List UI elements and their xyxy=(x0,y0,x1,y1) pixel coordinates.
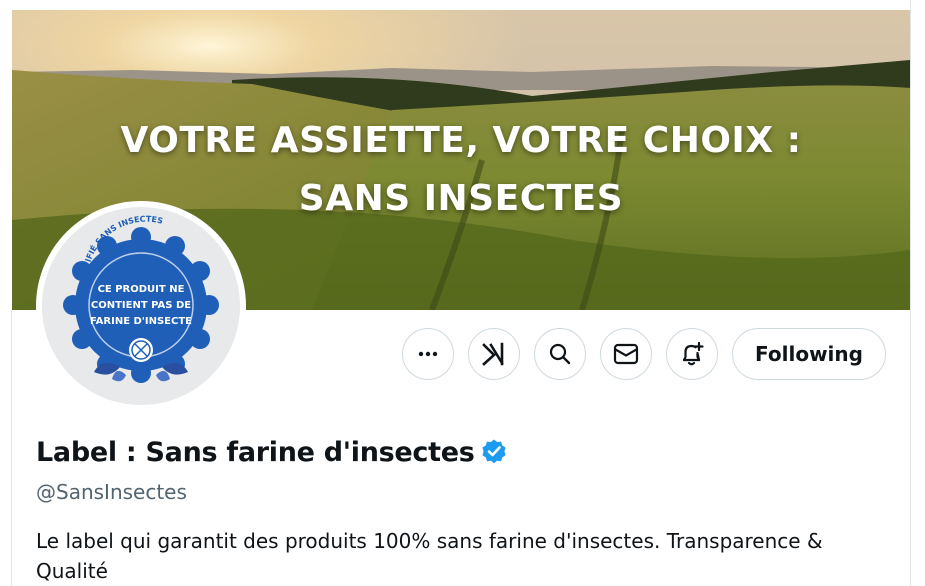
notification-button[interactable] xyxy=(666,328,718,380)
message-icon xyxy=(613,343,639,365)
column-border-right xyxy=(910,0,911,586)
grok-button[interactable] xyxy=(468,328,520,380)
profile-handle: @SansInsectes xyxy=(36,480,187,504)
seal-text-line1: CE PRODUIT NE xyxy=(97,284,185,295)
search-icon xyxy=(549,343,571,365)
seal-text-line2: CONTIENT PAS DE xyxy=(90,300,192,311)
grok-icon xyxy=(482,342,504,366)
notification-bell-icon xyxy=(682,341,704,366)
avatar[interactable]: CERTIFIÉ SANS INSECTES CE PRODUIT NE CON… xyxy=(42,207,240,405)
display-name: Label : Sans farine d'insectes xyxy=(36,437,475,468)
more-icon xyxy=(418,351,438,357)
message-button[interactable] xyxy=(600,328,652,380)
following-button[interactable]: Following xyxy=(732,328,886,380)
profile-bio: Le label qui garantit des produits 100% … xyxy=(36,529,823,583)
seal-text-line3: FARINE D'INSECTE xyxy=(89,316,192,327)
search-button[interactable] xyxy=(534,328,586,380)
more-button[interactable] xyxy=(402,328,454,380)
profile-name-row: Label : Sans farine d'insectes xyxy=(36,436,507,469)
banner-headline-line1: VOTRE ASSIETTE, VOTRE CHOIX : xyxy=(120,120,802,161)
top-strip xyxy=(0,0,925,10)
column-border-left xyxy=(11,310,12,586)
verified-badge-icon[interactable] xyxy=(481,438,507,469)
